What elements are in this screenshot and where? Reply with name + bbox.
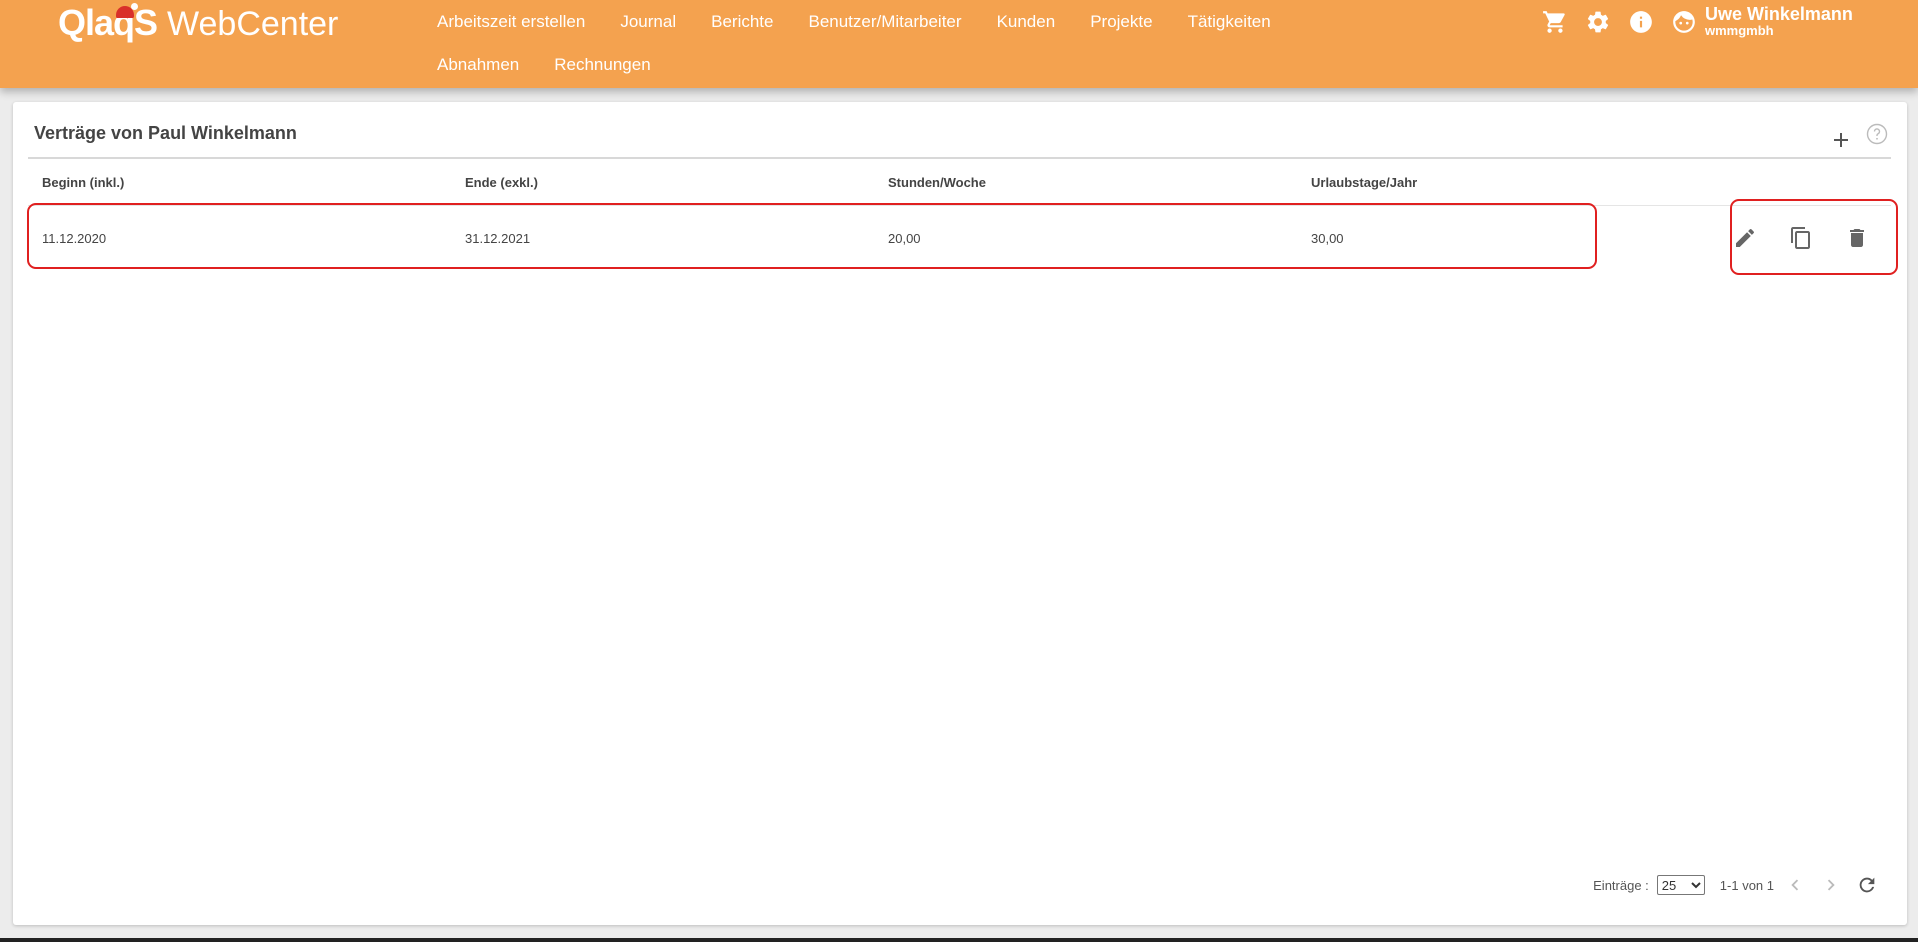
plus-icon	[1834, 133, 1848, 147]
nav-item-projekte[interactable]: Projekte	[1073, 0, 1170, 43]
add-contract-button[interactable]	[1829, 128, 1853, 152]
card-actions	[1829, 122, 1888, 152]
gear-icon[interactable]	[1583, 10, 1613, 34]
app-logo[interactable]: QlaqS WebCenter	[58, 2, 338, 44]
nav-item-abnahmen[interactable]: Abnahmen	[420, 43, 537, 86]
cell-begin: 11.12.2020	[42, 230, 107, 246]
nav-item-journal[interactable]: Journal	[603, 0, 694, 43]
chevron-right-icon	[1827, 879, 1835, 891]
previous-page-button[interactable]	[1780, 872, 1810, 898]
user-avatar-icon[interactable]	[1669, 10, 1699, 34]
next-page-button[interactable]	[1816, 872, 1846, 898]
page-title: Verträge von Paul Winkelmann	[34, 123, 297, 143]
chevron-left-icon	[1791, 879, 1799, 891]
nav-item-arbeitszeit-erstellen[interactable]: Arbeitszeit erstellen	[420, 0, 603, 43]
top-navigation-bar: QlaqS WebCenter Arbeitszeit erstellen Jo…	[0, 0, 1918, 88]
user-company: wmmgmbh	[1705, 23, 1774, 38]
page-range-text: 1-1 von 1	[1719, 877, 1774, 893]
nav-item-kunden[interactable]: Kunden	[980, 0, 1074, 43]
cell-hours: 20,00	[888, 230, 921, 246]
help-icon	[1866, 123, 1888, 145]
table-header: Beginn (inkl.) Ende (exkl.) Stunden/Woch…	[28, 159, 1891, 206]
column-header-urlaubstage-jahr[interactable]: Urlaubstage/Jahr	[1297, 175, 1720, 190]
row-actions	[1731, 224, 1871, 252]
copy-icon[interactable]	[1787, 224, 1815, 252]
info-icon[interactable]	[1626, 10, 1656, 34]
paginator: Einträge : 25 1-1 von 1	[1593, 872, 1882, 898]
logo-text: WebCenter	[167, 5, 339, 43]
santa-hat-icon	[116, 3, 138, 18]
page-size-select[interactable]: 25	[1656, 875, 1705, 895]
refresh-button[interactable]	[1852, 872, 1882, 898]
nav-item-rechnungen[interactable]: Rechnungen	[537, 43, 668, 86]
nav-item-berichte[interactable]: Berichte	[694, 0, 791, 43]
edit-icon[interactable]	[1731, 224, 1759, 252]
logo-mark: QlaqS	[58, 2, 158, 43]
cell-end: 31.12.2021	[465, 230, 531, 246]
refresh-icon	[1859, 877, 1875, 893]
column-header-stunden-woche[interactable]: Stunden/Woche	[874, 175, 1297, 190]
user-name: Uwe Winkelmann	[1705, 4, 1853, 24]
column-header-ende[interactable]: Ende (exkl.)	[451, 175, 874, 190]
bottom-strip	[0, 938, 1918, 942]
contracts-card: Verträge von Paul Winkelmann Beginn (ink…	[13, 102, 1907, 925]
table-row[interactable]: 11.12.2020 31.12.2021 20,00 30,00	[28, 206, 1891, 270]
page-size-label: Einträge :	[1593, 877, 1649, 893]
user-menu[interactable]: Uwe Winkelmann wmmgmbh	[1705, 4, 1853, 38]
delete-icon[interactable]	[1843, 224, 1871, 252]
column-header-beginn[interactable]: Beginn (inkl.)	[28, 175, 451, 190]
help-button[interactable]	[1865, 122, 1888, 145]
cart-icon[interactable]	[1540, 10, 1570, 34]
nav-item-taetigkeiten[interactable]: Tätigkeiten	[1171, 0, 1289, 43]
nav-item-benutzer-mitarbeiter[interactable]: Benutzer/Mitarbeiter	[791, 0, 979, 43]
cell-vacation: 30,00	[1311, 230, 1344, 246]
main-nav: Arbeitszeit erstellen Journal Berichte B…	[420, 0, 1350, 88]
top-icon-group	[1540, 10, 1699, 34]
